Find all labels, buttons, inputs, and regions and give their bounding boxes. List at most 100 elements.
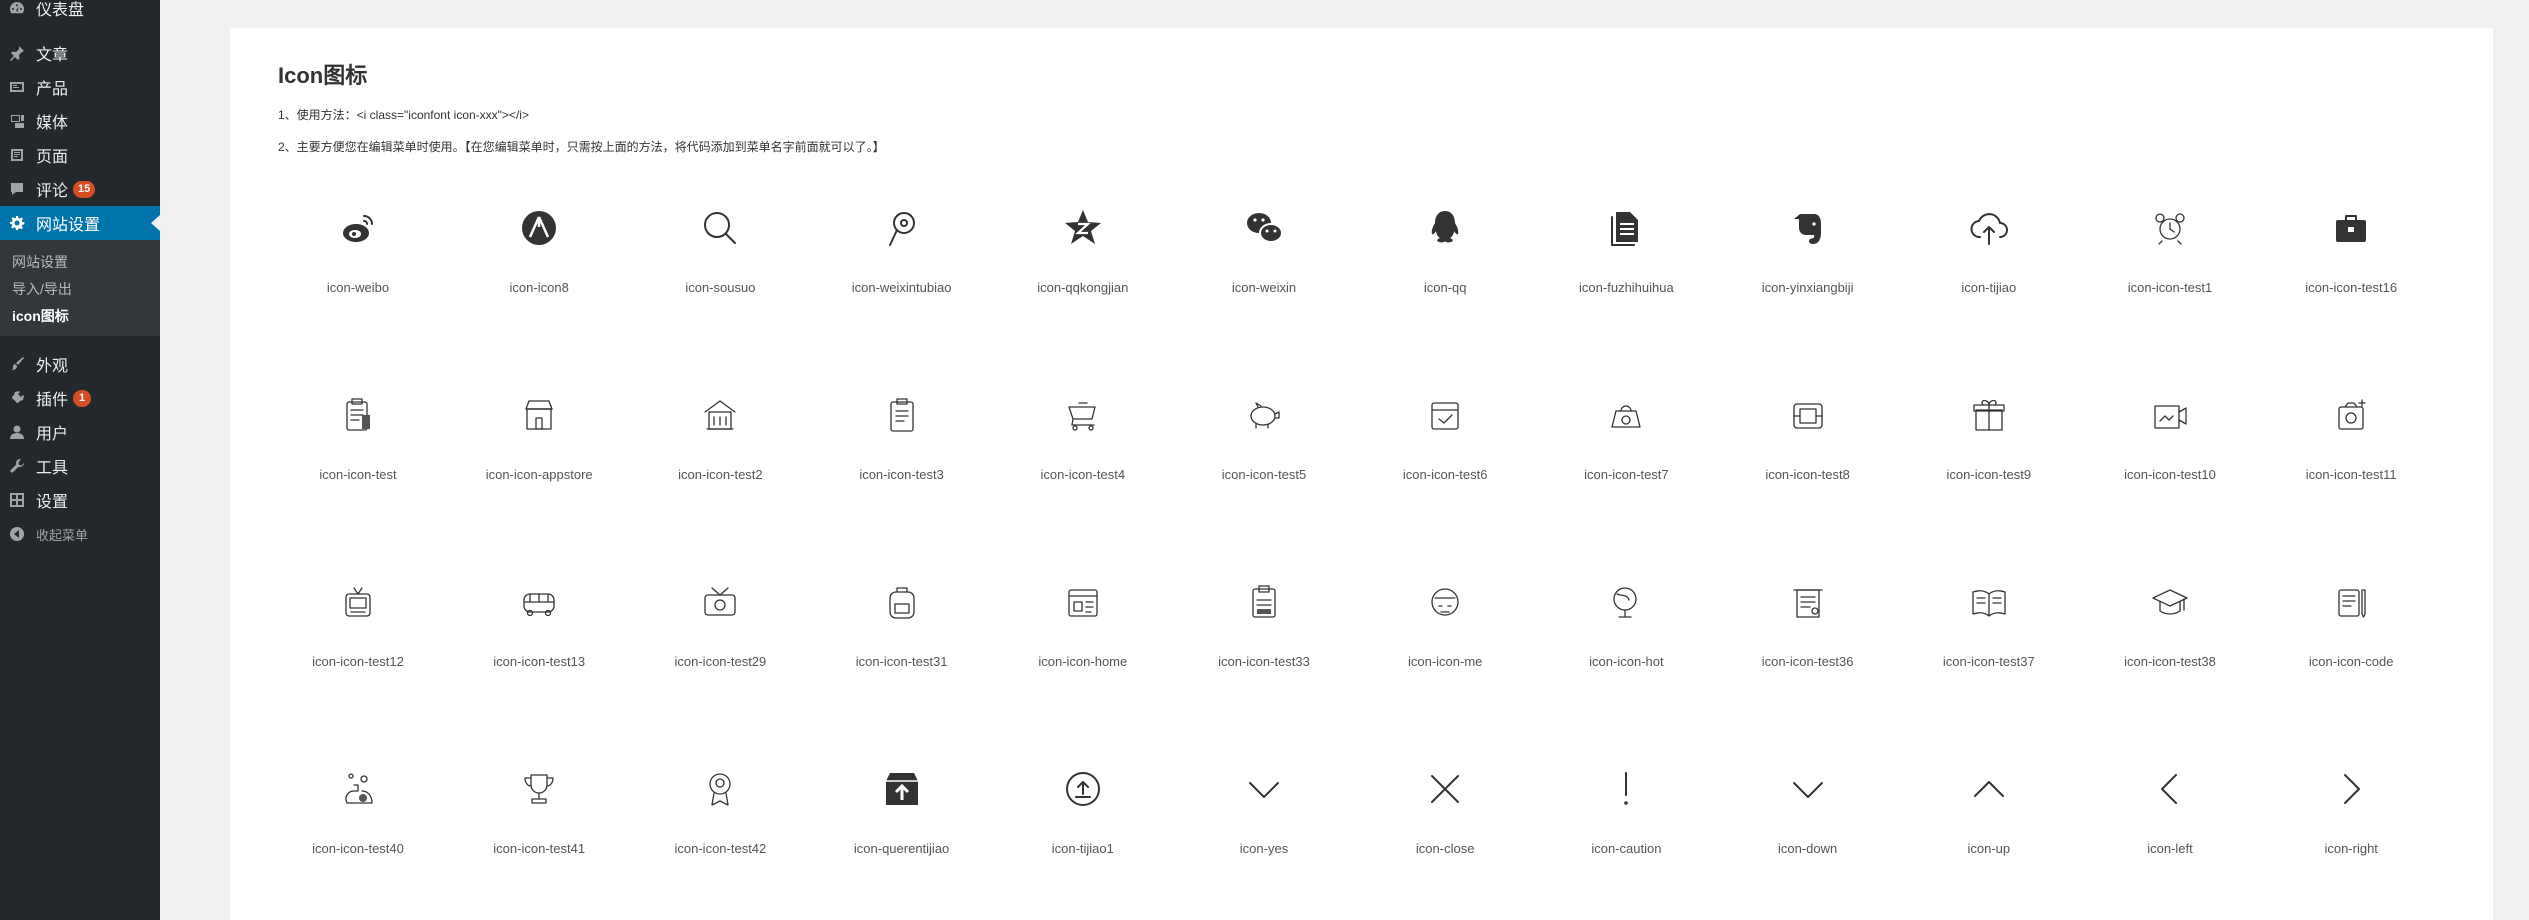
menu-site-settings[interactable]: 网站设置 <box>0 206 160 240</box>
icon-test1-icon <box>2150 208 2190 248</box>
icon-tile[interactable]: icon-icon-appstore <box>449 395 629 545</box>
icon-tile[interactable]: icon-weixintubiao <box>812 208 992 358</box>
icon-tile[interactable]: icon-icon-test10 <box>2080 395 2260 545</box>
icon-test41-icon <box>519 769 559 809</box>
icon-test13-icon <box>519 582 559 622</box>
menu-label: 仪表盘 <box>36 2 85 19</box>
icon-tile-label: icon-icon-test2 <box>678 467 763 482</box>
icon-tile-label: icon-qq <box>1423 280 1467 295</box>
icon-tile[interactable]: icon-icon-test11 <box>2261 395 2441 545</box>
menu-pages[interactable]: 页面 <box>0 138 160 172</box>
icon-tile[interactable]: icon-sousuo <box>630 208 810 358</box>
icon-test40-icon <box>338 769 378 809</box>
icon-tile[interactable]: icon-icon-hot <box>1536 582 1716 732</box>
icon-tile[interactable]: icon-tijiao1 <box>993 769 1173 919</box>
icon-tile[interactable]: icon-left <box>2080 769 2260 919</box>
menu-media[interactable]: 媒体 <box>0 104 160 138</box>
icon-tile-label: icon-icon-test5 <box>1221 467 1307 482</box>
icon-tile[interactable]: icon-fuzhihuihua <box>1536 208 1716 358</box>
submenu-icon-page[interactable]: icon图标 <box>12 306 69 326</box>
icon-tile[interactable]: icon-icon-test38 <box>2080 582 2260 732</box>
icon-tile[interactable]: icon-icon-test5 <box>1174 395 1354 545</box>
icon-tile[interactable]: icon-icon-test41 <box>449 769 629 919</box>
collapse-menu-button[interactable]: 收起菜单 <box>0 517 160 551</box>
menu-users[interactable]: 用户 <box>0 415 160 449</box>
icon-tile[interactable]: icon-tijiao <box>1899 208 2079 358</box>
icon-tile[interactable]: icon-icon-test29 <box>630 582 810 732</box>
menu-label: 用户 <box>36 426 69 443</box>
caution-icon <box>1606 769 1646 809</box>
icon-tile-label: icon-icon-test1 <box>2127 280 2213 295</box>
icon-tile[interactable]: icon-icon-test42 <box>630 769 810 919</box>
icon-tile[interactable]: icon-icon-test13 <box>449 582 629 732</box>
icon-tile[interactable]: icon-icon-test2 <box>630 395 810 545</box>
menu-usage-note: 2、主要方便您在编辑菜单时使用。【在您编辑菜单时，只需按上面的方法，将代码添加到… <box>278 140 885 154</box>
menu-label: 外观 <box>36 358 69 375</box>
icon-test9-icon <box>1969 395 2009 435</box>
icon-tile[interactable]: icon-down <box>1718 769 1898 919</box>
icon-tile[interactable]: icon-yinxiangbiji <box>1718 208 1898 358</box>
plugin-icon <box>9 390 25 406</box>
icon-tile[interactable]: icon-icon-home <box>993 582 1173 732</box>
icon-tile[interactable]: icon-icon-test3 <box>812 395 992 545</box>
icon-tile-label: icon-icon-test40 <box>312 841 404 856</box>
icon-tile[interactable]: icon-right <box>2261 769 2441 919</box>
submenu-site-settings[interactable]: 网站设置 <box>12 252 68 272</box>
menu-tools[interactable]: 工具 <box>0 449 160 483</box>
icon-tile[interactable]: icon-icon-test36 <box>1718 582 1898 732</box>
icon-tile[interactable]: icon-icon-test40 <box>268 769 448 919</box>
page-title: Icon图标 <box>278 63 368 88</box>
icon-tile[interactable]: icon-icon-code <box>2261 582 2441 732</box>
submenu-import-export[interactable]: 导入/导出 <box>12 279 72 299</box>
menu-plugins[interactable]: 插件 1 <box>0 381 160 415</box>
icon-tile-label: icon-icon-test29 <box>674 654 767 669</box>
icon-tile[interactable]: icon-qq <box>1355 208 1535 358</box>
weixintubiao-icon <box>882 208 922 248</box>
icon-tile-label: icon-icon-appstore <box>485 467 593 482</box>
icon-tile-label: icon-icon-test37 <box>1942 654 2035 669</box>
menu-settings[interactable]: 设置 <box>0 483 160 517</box>
menu-comments[interactable]: 评论 15 <box>0 172 160 206</box>
brush-icon <box>9 356 25 372</box>
icon-tile[interactable]: icon-icon8 <box>449 208 629 358</box>
icon-tile-label: icon-icon-test16 <box>2305 280 2398 295</box>
icon-tile[interactable]: icon-icon-me <box>1355 582 1535 732</box>
menu-dashboard[interactable]: 仪表盘 <box>0 0 160 25</box>
icon-tile[interactable]: icon-close <box>1355 769 1535 919</box>
icon-test11-icon <box>2331 395 2371 435</box>
icon-tile[interactable]: icon-icon-test6 <box>1355 395 1535 545</box>
icon-tile[interactable]: icon-icon-test12 <box>268 582 448 732</box>
icon-tile-label: icon-weibo <box>326 280 390 295</box>
settings-icon <box>9 492 25 508</box>
icon-tile-label: icon-yinxiangbiji <box>1761 280 1854 295</box>
icon-tile[interactable]: icon-icon-test37 <box>1899 582 2079 732</box>
icon-tile-label: icon-icon8 <box>509 280 569 295</box>
menu-appearance[interactable]: 外观 <box>0 347 160 381</box>
icon-tile-label: icon-qqkongjian <box>1037 280 1129 295</box>
icon-test31-icon <box>882 582 922 622</box>
icon-tile[interactable]: icon-yes <box>1174 769 1354 919</box>
icon-tile[interactable]: icon-caution <box>1536 769 1716 919</box>
icon-tile[interactable]: icon-icon-test4 <box>993 395 1173 545</box>
icon-tile[interactable]: icon-icon-test1 <box>2080 208 2260 358</box>
menu-posts[interactable]: 文章 <box>0 36 160 70</box>
icon-tile[interactable]: icon-icon-test9 <box>1899 395 2079 545</box>
icon-code-icon <box>2331 582 2371 622</box>
icon-tile[interactable]: icon-weixin <box>1174 208 1354 358</box>
icon-tile[interactable]: icon-icon-test8 <box>1718 395 1898 545</box>
icon-tile[interactable]: icon-icon-test31 <box>812 582 992 732</box>
icon-tile-label: icon-left <box>2147 841 2193 856</box>
menu-label: 工具 <box>36 460 69 477</box>
icon-tile[interactable]: icon-up <box>1899 769 2079 919</box>
icon-tile[interactable]: icon-icon-test7 <box>1536 395 1716 545</box>
tijiao1-icon <box>1063 769 1103 809</box>
menu-products[interactable]: 产品 <box>0 70 160 104</box>
icon-tile[interactable]: icon-qqkongjian <box>993 208 1173 358</box>
icon-tile[interactable]: icon-querentijiao <box>812 769 992 919</box>
icon-tile-label: icon-down <box>1777 841 1838 856</box>
icon-tile[interactable]: icon-icon-test33 <box>1174 582 1354 732</box>
icon-tile[interactable]: icon-weibo <box>268 208 448 358</box>
icon-me-icon <box>1425 582 1465 622</box>
icon-tile[interactable]: icon-icon-test <box>268 395 448 545</box>
icon-tile[interactable]: icon-icon-test16 <box>2261 208 2441 358</box>
